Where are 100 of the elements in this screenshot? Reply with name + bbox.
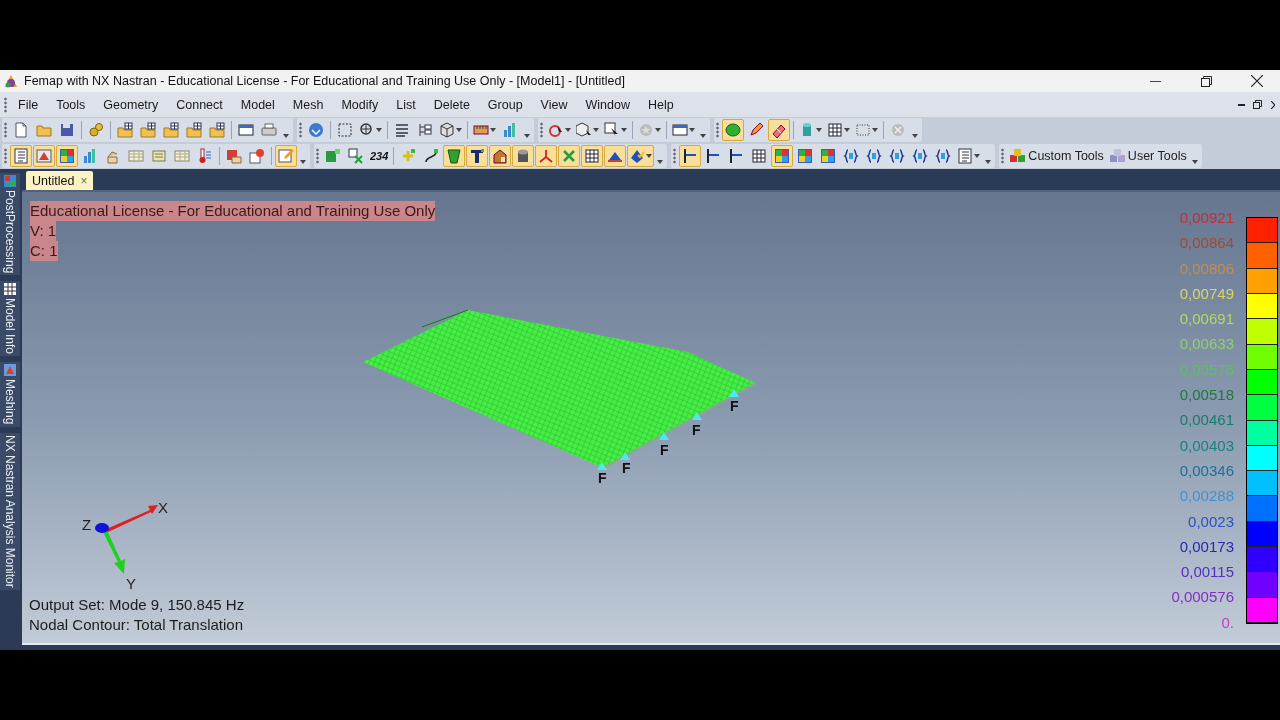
menu-item[interactable]: Connect <box>167 97 232 112</box>
legend-value: 0,00403 <box>1179 435 1234 456</box>
toolbar-button[interactable] <box>489 145 512 167</box>
table-icon <box>128 148 144 164</box>
folder-grid-icon <box>186 122 202 138</box>
side-tab[interactable]: Model Info <box>0 281 20 357</box>
bucket-icon <box>446 148 463 164</box>
ruler-icon <box>473 122 489 138</box>
toolbar-button[interactable] <box>604 145 627 167</box>
close-icon <box>1251 75 1263 87</box>
legend-value: 0,0023 <box>1188 511 1234 532</box>
legend-value: 0,00921 <box>1179 208 1234 228</box>
toolbar-button[interactable] <box>768 119 790 141</box>
toolbar-button[interactable] <box>581 145 604 167</box>
cubes-icon <box>1009 148 1028 164</box>
pen-check-icon <box>629 148 646 164</box>
beam-icon <box>682 148 699 164</box>
model-viewport[interactable] <box>22 190 1280 643</box>
caret-icon <box>844 128 850 132</box>
legend-value: 0,00115 <box>1180 562 1234 583</box>
grid-icon <box>584 148 601 164</box>
toolbar-grip[interactable] <box>1001 148 1005 164</box>
zoom-icon <box>359 122 375 138</box>
menu-item[interactable]: Tools <box>47 97 95 112</box>
toolbar-grip[interactable] <box>299 122 302 138</box>
table-icon <box>174 148 190 164</box>
license-notice: Educational License - For Educational and Training Use Only <box>30 201 436 221</box>
grid-icon <box>751 148 768 164</box>
menu-grip[interactable] <box>4 96 7 113</box>
legend-value: 0,00346 <box>1179 460 1234 481</box>
constraint-icon <box>692 412 702 420</box>
folder-grid-icon <box>117 122 133 138</box>
toolbar-grip[interactable] <box>673 148 677 164</box>
caret-icon <box>490 128 496 132</box>
axis-triad-drawing <box>95 505 158 574</box>
axis-label: Y <box>126 576 136 591</box>
caret-icon <box>565 128 571 132</box>
menu-item[interactable]: Group <box>478 97 532 112</box>
mesh-generate-icon <box>325 148 341 164</box>
legend-value: 0,000576 <box>1171 587 1234 608</box>
toolbar-button[interactable] <box>627 145 655 167</box>
minimize-icon <box>1149 80 1161 82</box>
folder-grid-icon <box>140 122 156 138</box>
menu-item[interactable]: List <box>387 97 425 112</box>
side-tab[interactable]: NX Nastran Analysis Monitor <box>0 432 20 590</box>
legend-value: 0,00518 <box>1179 385 1234 406</box>
dotted-box-icon <box>855 122 871 138</box>
toolbar-grip[interactable] <box>540 122 543 138</box>
cube-pointer-icon <box>576 122 592 138</box>
hand-icon <box>105 148 121 164</box>
tools-button[interactable]: User Tools <box>1106 145 1189 167</box>
caret-icon <box>456 128 462 132</box>
legend-value: 0. <box>1221 612 1234 633</box>
folder-icon <box>36 122 52 138</box>
side-tab[interactable]: PostProcessing <box>0 173 20 276</box>
toolbar-button[interactable] <box>679 145 702 167</box>
menu-item[interactable]: Help <box>638 97 683 112</box>
brace-icon <box>843 148 860 164</box>
color-grid-icon <box>774 148 791 164</box>
table-icon <box>4 283 16 296</box>
tree-icon <box>417 122 433 138</box>
document-tab[interactable]: Untitled × <box>26 171 94 190</box>
brace-icon <box>935 148 952 164</box>
menu-item[interactable]: Model <box>231 97 284 112</box>
brace-icon <box>912 148 929 164</box>
constraint-label: F <box>598 471 607 485</box>
toolbar-button[interactable] <box>955 145 983 167</box>
axis-label: Z <box>82 517 92 532</box>
list-icon <box>394 122 410 138</box>
eraser-icon <box>771 122 787 138</box>
toolbar-grip[interactable] <box>716 122 719 138</box>
tools-button[interactable]: Custom Tools <box>1007 145 1106 167</box>
color-grid-icon <box>59 148 75 164</box>
grid-icon <box>4 175 16 187</box>
toolbar-grip[interactable] <box>316 148 319 164</box>
menu-item[interactable]: Mesh <box>283 97 333 112</box>
menu-item[interactable]: File <box>9 97 48 112</box>
legend-value: 0,00173 <box>1179 536 1234 557</box>
toolbar-grip[interactable] <box>4 122 7 138</box>
toolbar-button[interactable] <box>512 145 535 167</box>
plus-icon <box>400 148 417 164</box>
menu-item[interactable]: Delete <box>424 97 479 112</box>
output-info: Output Set: Mode 9, 150.845 Hz <box>29 595 245 615</box>
note-edit-icon <box>278 148 294 164</box>
toolbar-button[interactable] <box>466 145 489 167</box>
menu-item[interactable]: View <box>531 97 577 112</box>
mesh-icon <box>4 364 16 377</box>
caret-icon <box>300 160 306 164</box>
menu-item[interactable]: Geometry <box>94 97 168 112</box>
close-icon <box>1271 100 1275 109</box>
menu-item[interactable]: Modify <box>332 97 388 112</box>
constraint-label: F <box>692 423 701 437</box>
caret-icon <box>376 128 382 132</box>
toolbar-button[interactable]: 234 <box>368 145 391 167</box>
side-tab[interactable]: Meshing <box>0 362 20 427</box>
restore-button[interactable] <box>1250 97 1264 112</box>
toolbar-button[interactable] <box>443 145 466 167</box>
menu-item[interactable]: Window <box>576 97 639 112</box>
caret-icon <box>593 128 599 132</box>
toolbar-grip[interactable] <box>4 148 7 164</box>
